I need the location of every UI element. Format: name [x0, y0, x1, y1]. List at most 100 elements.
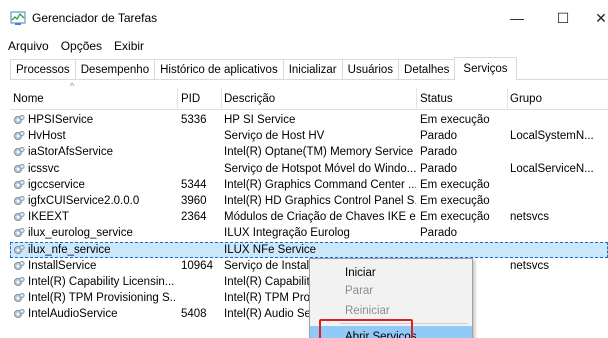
service-status: Parado	[420, 130, 458, 143]
service-name: InstallService	[10, 260, 177, 272]
context-menu-parar[interactable]: Parar	[310, 280, 472, 302]
service-name: IKEEXT	[10, 211, 177, 223]
table-row[interactable]: ilux_nfe_service ILUX NFe Service	[10, 241, 608, 258]
service-gear-icon	[14, 163, 25, 173]
service-group: LocalSystemN...	[510, 130, 594, 143]
service-name: ilux_nfe_service	[10, 244, 177, 256]
service-status: Em execução	[420, 114, 490, 127]
menu-bar: Arquivo Opções Exibir	[0, 36, 150, 56]
tab-strip: Processos Desempenho Histórico de aplica…	[10, 56, 608, 80]
table-row[interactable]: ilux_eurolog_service ILUX Integração Euro…	[10, 225, 608, 241]
column-header-name[interactable]: Nome	[10, 93, 177, 105]
service-group: LocalServiceN...	[510, 162, 594, 175]
service-description: ILUX Integração Eurolog	[224, 227, 350, 240]
task-manager-icon	[10, 11, 26, 25]
tab-usuarios[interactable]: Usuários	[341, 59, 400, 79]
service-name: igccservice	[10, 179, 177, 191]
close-button[interactable]: ✕	[586, 0, 608, 36]
service-name-label: HPSIService	[28, 114, 94, 127]
service-name-label: igfxCUIService2.0.0.0	[28, 195, 140, 208]
service-gear-icon	[14, 260, 25, 270]
service-name: HPSIService	[10, 114, 177, 126]
service-name-label: icssvc	[28, 162, 60, 175]
service-description: Intel(R) Graphics Command Center ...	[224, 178, 416, 191]
service-pid: 5336	[181, 114, 207, 127]
service-description: Intel(R) Optane(TM) Memory Service	[224, 146, 414, 159]
tab-inicializar[interactable]: Inicializar	[282, 59, 343, 79]
column-header-status[interactable]: Status	[416, 93, 507, 105]
service-description: ILUX NFe Service	[224, 243, 317, 256]
column-divider[interactable]	[507, 88, 508, 110]
tab-detalhes[interactable]: Detalhes	[398, 59, 456, 79]
service-name: ilux_eurolog_service	[10, 227, 177, 239]
column-header-pid[interactable]: PID	[177, 93, 221, 105]
service-gear-icon	[14, 131, 25, 141]
column-divider[interactable]	[221, 88, 222, 110]
service-description: Intel(R) HD Graphics Control Panel S...	[224, 195, 416, 208]
service-status: Em execução	[420, 178, 490, 191]
service-pid: 5408	[181, 308, 207, 321]
service-name-label: IntelAudioService	[28, 308, 118, 321]
table-row[interactable]: HvHost Serviço de Host HV Parado LocalSyste…	[10, 128, 608, 144]
service-gear-icon	[14, 309, 25, 319]
column-header-group[interactable]: Grupo	[507, 93, 608, 105]
maximize-button[interactable]: ☐	[540, 0, 586, 36]
service-description: Módulos de Criação de Chaves IKE e...	[224, 211, 416, 224]
service-name-label: ilux_nfe_service	[28, 243, 111, 256]
window-title: Gerenciador de Tarefas	[32, 11, 158, 25]
service-name: HvHost	[10, 130, 177, 142]
service-name-label: HvHost	[28, 130, 66, 143]
service-name-label: ilux_eurolog_service	[28, 227, 133, 240]
column-divider[interactable]	[416, 88, 417, 110]
tab-processos[interactable]: Processos	[10, 59, 76, 79]
service-gear-icon	[14, 147, 25, 157]
service-gear-icon	[14, 293, 25, 303]
menu-opcoes[interactable]: Opções	[55, 39, 108, 53]
minimize-button[interactable]: —	[494, 0, 540, 36]
service-pid: 2364	[181, 211, 207, 224]
service-group: netsvcs	[510, 259, 549, 272]
service-description: Serviço de Hotspot Móvel do Windo...	[224, 162, 416, 175]
table-row[interactable]: igccservice 5344 Intel(R) Graphics Command…	[10, 177, 608, 193]
service-gear-icon	[14, 244, 25, 254]
service-name: Intel(R) Capability Licensin...	[10, 276, 177, 288]
service-name-label: IKEEXT	[28, 211, 69, 224]
service-name: iaStorAfsService	[10, 146, 177, 158]
service-name-label: Intel(R) TPM Provisioning S...	[28, 292, 177, 305]
column-divider[interactable]	[177, 88, 178, 110]
table-row[interactable]: HPSIService 5336 HP SI Service Em execução	[10, 112, 608, 128]
service-status: Parado	[420, 227, 458, 240]
service-status: Parado	[420, 162, 458, 175]
service-description: HP SI Service	[224, 114, 296, 127]
column-header-description[interactable]: Descrição	[221, 93, 416, 105]
service-gear-icon	[14, 179, 25, 189]
service-name-label: igccservice	[28, 178, 85, 191]
table-row[interactable]: igfxCUIService2.0.0.0 3960 Intel(R) HD Gra…	[10, 193, 608, 209]
service-group: netsvcs	[510, 211, 549, 224]
tab-historico[interactable]: Histórico de aplicativos	[154, 59, 284, 79]
service-gear-icon	[14, 115, 25, 125]
menu-exibir[interactable]: Exibir	[108, 39, 150, 53]
table-row[interactable]: iaStorAfsService Intel(R) Optane(TM) Memo…	[10, 144, 608, 160]
service-gear-icon	[14, 228, 25, 238]
service-status: Em execução	[420, 211, 490, 224]
service-pid: 3960	[181, 195, 207, 208]
service-name: Intel(R) TPM Provisioning S...	[10, 292, 177, 304]
table-row[interactable]: icssvc Serviço de Hotspot Móvel do Windo.…	[10, 161, 608, 177]
service-gear-icon	[14, 276, 25, 286]
menu-arquivo[interactable]: Arquivo	[0, 39, 55, 53]
service-name: icssvc	[10, 163, 177, 175]
service-gear-icon	[14, 212, 25, 222]
service-name-label: InstallService	[28, 259, 97, 272]
tab-servicos[interactable]: Serviços	[454, 57, 517, 80]
service-status: Em execução	[420, 195, 490, 208]
tab-desempenho[interactable]: Desempenho	[74, 59, 156, 79]
service-name: IntelAudioService	[10, 308, 177, 320]
service-pid: 5344	[181, 178, 207, 191]
service-gear-icon	[14, 195, 25, 206]
service-pid: 10964	[181, 259, 213, 272]
sort-ascending-icon: ^	[70, 81, 75, 91]
service-name: igfxCUIService2.0.0.0	[10, 195, 177, 207]
table-row[interactable]: IKEEXT 2364 Módulos de Criação de Chaves I…	[10, 209, 608, 225]
service-status: Parado	[420, 146, 458, 159]
